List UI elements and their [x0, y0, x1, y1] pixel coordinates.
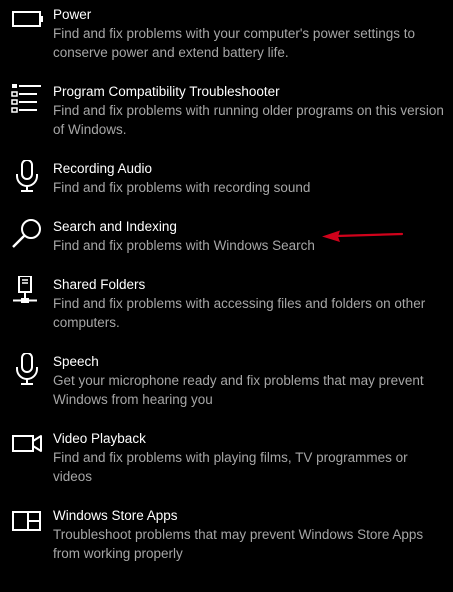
- item-description: Find and fix problems with playing films…: [53, 450, 408, 484]
- troubleshooter-power[interactable]: Power Find and fix problems with your co…: [0, 6, 453, 66]
- item-description: Find and fix problems with recording sou…: [53, 180, 311, 195]
- item-title: Power: [53, 7, 92, 22]
- item-title: Shared Folders: [53, 277, 146, 292]
- item-title: Video Playback: [53, 431, 146, 446]
- microphone-icon: [10, 160, 44, 194]
- annotation-arrow-head: [322, 230, 340, 242]
- search-icon: [10, 218, 44, 252]
- item-description: Troubleshoot problems that may prevent W…: [53, 527, 424, 561]
- troubleshooter-program-compatibility[interactable]: Program Compatibility Troubleshooter Fin…: [0, 83, 453, 143]
- item-title: Search and Indexing: [53, 219, 177, 234]
- battery-icon: [10, 6, 44, 40]
- microphone-icon: [10, 353, 44, 387]
- troubleshooter-video-playback[interactable]: Video Playback Find and fix problems wit…: [0, 430, 453, 490]
- annotation-arrow-icon: [322, 230, 404, 242]
- troubleshooter-recording-audio[interactable]: Recording Audio Find and fix problems wi…: [0, 160, 453, 202]
- network-folder-icon: [10, 276, 44, 310]
- troubleshooter-speech[interactable]: Speech Get your microphone ready and fix…: [0, 353, 453, 413]
- troubleshooter-shared-folders[interactable]: Shared Folders Find and fix problems wit…: [0, 276, 453, 336]
- item-title: Recording Audio: [53, 161, 153, 176]
- item-description: Get your microphone ready and fix proble…: [53, 373, 424, 407]
- item-description: Find and fix problems with your computer…: [53, 26, 415, 60]
- store-apps-icon: [10, 507, 44, 541]
- troubleshooter-windows-store-apps[interactable]: Windows Store Apps Troubleshoot problems…: [0, 507, 453, 567]
- annotation-arrow-shaft: [334, 232, 404, 238]
- item-description: Find and fix problems with running older…: [53, 103, 444, 137]
- list-icon: [10, 83, 44, 117]
- item-title: Windows Store Apps: [53, 508, 178, 523]
- video-camera-icon: [10, 430, 44, 464]
- item-title: Speech: [53, 354, 99, 369]
- item-description: Find and fix problems with accessing fil…: [53, 296, 426, 330]
- item-title: Program Compatibility Troubleshooter: [53, 84, 280, 99]
